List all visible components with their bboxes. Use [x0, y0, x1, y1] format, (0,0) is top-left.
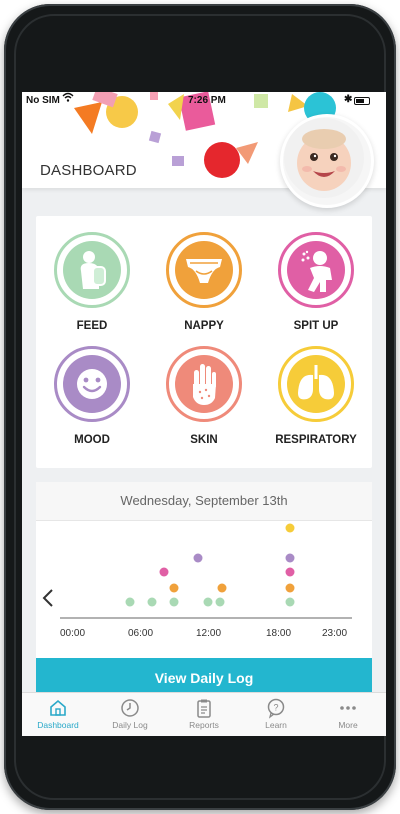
mood-ring: [54, 346, 130, 422]
feed-button[interactable]: FEED: [42, 232, 142, 342]
previous-day-arrow-icon: [42, 589, 53, 607]
tab-more[interactable]: More: [312, 697, 384, 730]
skin-ring: [166, 346, 242, 422]
mood-label: MOOD: [74, 434, 110, 446]
question-bubble-icon: ?: [267, 698, 285, 719]
tab-dashboard[interactable]: Dashboard: [22, 697, 94, 730]
spit-up-button[interactable]: SPIT UP: [266, 232, 366, 342]
baby-face-icon: [284, 118, 364, 198]
nappy-ring: [166, 232, 242, 308]
tab-label-learn: Learn: [265, 720, 287, 730]
time-label-1200: 12:00: [196, 628, 222, 639]
clock-icon: [121, 699, 139, 717]
tab-label-daily-log: Daily Log: [112, 720, 148, 730]
time-label-2300: 23:00: [322, 628, 348, 639]
tab-label-more: More: [338, 720, 358, 730]
hand-icon: [193, 364, 216, 405]
respiratory-button[interactable]: RESPIRATORY: [266, 346, 366, 456]
tab-daily-log[interactable]: Daily Log: [94, 697, 166, 730]
time-label-0000: 00:00: [60, 628, 86, 639]
spit-up-label: SPIT UP: [293, 320, 339, 332]
daily-timeline: 00:00 06:00 12:00 18:00 23:00: [36, 522, 372, 652]
nappy-label: NAPPY: [184, 320, 224, 332]
status-bar: No SIM 7:26 PM ✱: [22, 92, 386, 110]
clipboard-icon: [197, 699, 211, 718]
battery-icon: [354, 97, 370, 105]
mood-button[interactable]: MOOD: [42, 346, 142, 456]
skin-button[interactable]: SKIN: [154, 346, 254, 456]
home-icon: [50, 699, 66, 716]
svg-text:?: ?: [273, 703, 278, 713]
clock-time: 7:26 PM: [188, 95, 226, 106]
carrier-label: No SIM: [26, 95, 60, 106]
page-title: DASHBOARD: [40, 162, 137, 179]
time-label-0600: 06:00: [128, 628, 154, 639]
spit-up-icon: [301, 250, 332, 292]
baby-avatar[interactable]: [280, 114, 374, 208]
baby-bottle-icon: [80, 251, 106, 289]
respiratory-ring: [278, 346, 354, 422]
tab-learn[interactable]: ? Learn: [240, 697, 312, 730]
spit-up-ring: [278, 232, 354, 308]
tab-label-reports: Reports: [189, 720, 219, 730]
tab-bar: Dashboard Daily Log Reports ? Learn More: [22, 692, 386, 736]
category-grid: FEED NAPPY SPIT UP MOOD SKIN RESPIRATORY: [36, 216, 372, 468]
date-header: Wednesday, September 13th: [36, 482, 372, 521]
time-label-1800: 18:00: [266, 628, 292, 639]
nappy-button[interactable]: NAPPY: [154, 232, 254, 342]
bluetooth-icon: ✱: [344, 94, 353, 105]
respiratory-label: RESPIRATORY: [275, 434, 357, 446]
more-dots-icon: [340, 706, 356, 710]
tab-label-dashboard: Dashboard: [37, 720, 79, 730]
skin-label: SKIN: [190, 434, 218, 446]
wifi-icon: [62, 92, 74, 104]
tab-reports[interactable]: Reports: [168, 697, 240, 730]
app-screen: No SIM 7:26 PM ✱ DASHBOARD FEED NAPPY SP…: [22, 92, 386, 736]
nappy-icon: [186, 259, 222, 283]
smiley-face-icon: [77, 369, 107, 399]
lungs-icon: [298, 365, 334, 400]
feed-ring: [54, 232, 130, 308]
feed-label: FEED: [76, 320, 108, 332]
